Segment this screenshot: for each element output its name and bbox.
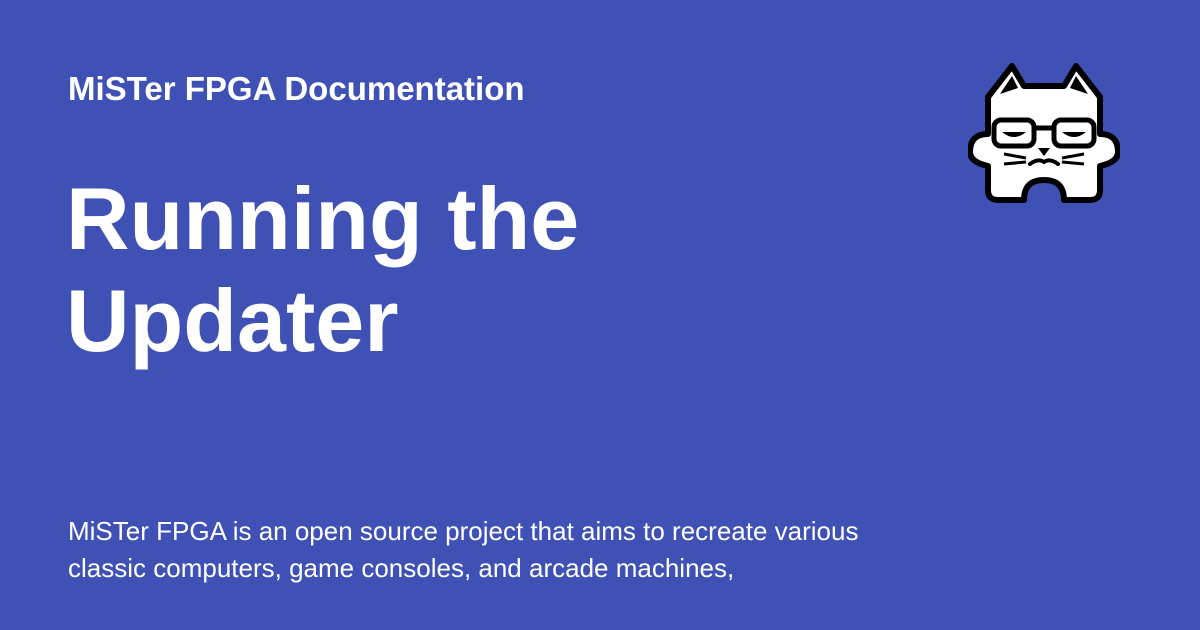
page-description: MiSTer FPGA is an open source project th…: [68, 516, 859, 583]
site-name: MiSTer FPGA Documentation: [68, 70, 525, 107]
cat-mascot-icon: [967, 62, 1121, 204]
page-title: Running the Updater: [66, 169, 580, 370]
